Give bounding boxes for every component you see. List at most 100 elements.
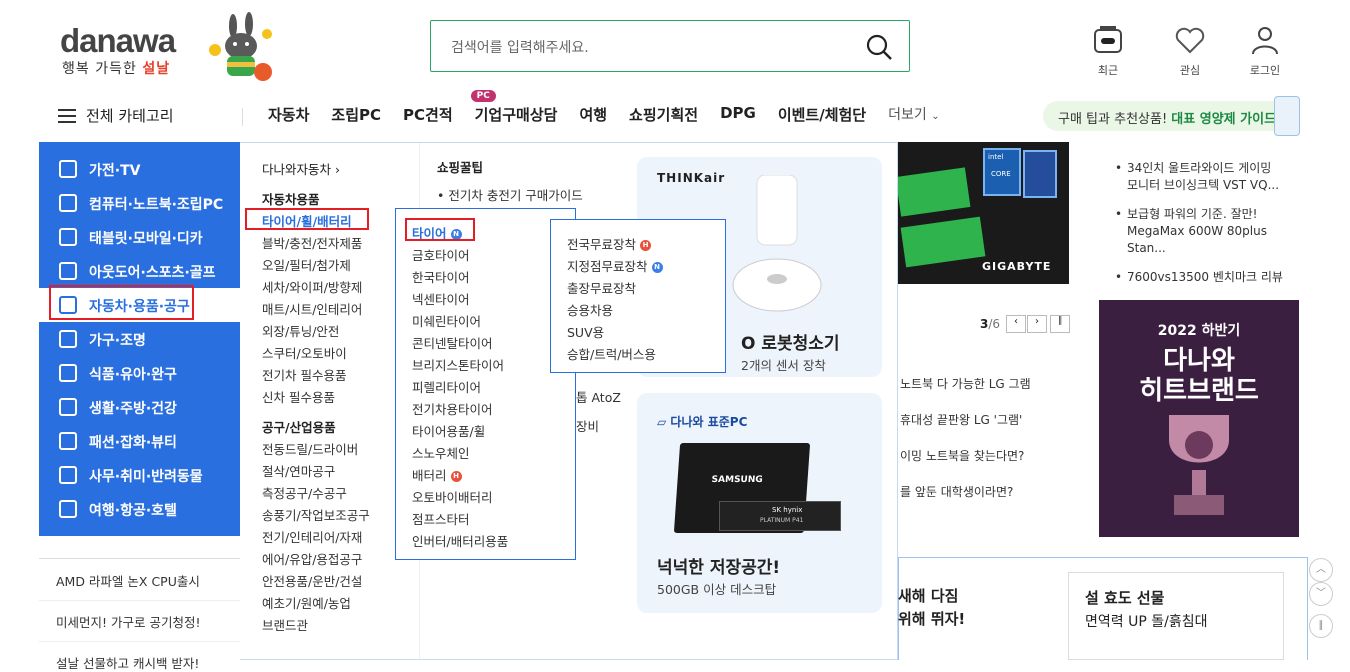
sub-item[interactable]: 배터리 H — [412, 465, 462, 484]
ad-title: O 로봇청소기 — [741, 334, 840, 354]
category-travel[interactable]: 여행·항공·호텔 — [39, 492, 240, 526]
link[interactable]: 외장/튜닝/안전 — [262, 321, 339, 340]
trophy-icon — [1169, 415, 1229, 515]
sub-item[interactable]: 승합/트럭/버스용 — [567, 344, 656, 363]
promo-banner[interactable]: 구매 팁과 추천상품! 대표 영양제 가이드 — [1043, 101, 1300, 131]
section-head-tools: 공구/산업용품 — [262, 420, 336, 435]
link[interactable]: 측정공구/수공구 — [262, 483, 347, 502]
link[interactable]: 매트/시트/인테리어 — [262, 299, 362, 318]
link[interactable]: 신차 필수용품 — [262, 387, 335, 406]
bottom-list-item[interactable]: AMD 라파엘 논X CPU출시 — [56, 571, 200, 590]
link[interactable]: 에어/유압/용접공구 — [262, 549, 362, 568]
sub-item[interactable]: 승용차용 — [567, 300, 613, 319]
strip-item[interactable]: 휴대성 끝판왕 LG '그램' — [900, 411, 1022, 428]
link[interactable]: 절삭/연마공구 — [262, 461, 335, 480]
strip-item[interactable]: 노트북 다 가능한 LG 그램 — [900, 375, 1031, 392]
link[interactable]: 송풍기/작업보조공구 — [262, 505, 370, 524]
scroll-pause-button[interactable]: ∥ — [1309, 614, 1333, 638]
sub-item[interactable]: 피렐리타이어 — [412, 377, 481, 396]
link[interactable]: 전기/인테리어/자재 — [262, 527, 362, 546]
gigabyte-banner[interactable]: intel CORE GIGABYTE — [898, 142, 1069, 284]
category-living[interactable]: 생활·주방·건강 — [39, 390, 240, 424]
link[interactable]: 전기차 필수용품 — [262, 365, 346, 384]
sub-item[interactable]: 오토바이배터리 — [412, 487, 493, 506]
news-item[interactable]: 보급형 파워의 기준. 잘만! MegaMax 600W 80plus Stan… — [1115, 206, 1285, 257]
all-category-menu[interactable]: 전체 카테고리 — [58, 105, 174, 126]
link[interactable]: 브랜드관 — [262, 615, 308, 634]
sub-item[interactable]: 금호타이어 — [412, 245, 470, 264]
tip-link[interactable]: • 전기차 충전기 구매가이드 — [437, 185, 583, 204]
hot-badge: H — [450, 471, 462, 482]
next-button[interactable]: › — [1027, 315, 1047, 333]
nav-item-event[interactable]: 이벤트/체험단 — [778, 104, 866, 125]
category-furniture[interactable]: 가구·조명 — [39, 322, 240, 356]
category-outdoor[interactable]: 아웃도어·스포츠·골프 — [39, 254, 240, 288]
bottom-list-item[interactable]: 미세먼지! 가구로 공기청정! — [56, 612, 200, 631]
pc-badge: PC — [470, 90, 496, 102]
nav-item-custom-pc[interactable]: 조립PC — [331, 104, 381, 125]
user-icon — [1252, 27, 1278, 55]
link[interactable]: 스쿠터/오토바이 — [262, 343, 347, 362]
sub-item[interactable]: 출장무료장착 — [567, 278, 636, 297]
link[interactable]: 전동드릴/드라이버 — [262, 439, 358, 458]
sub-item[interactable]: 전국무료장착 H — [567, 234, 652, 253]
sub-item[interactable]: 넥센타이어 — [412, 289, 470, 308]
sub-item[interactable]: 타이어용품/휠 — [412, 421, 485, 440]
nav-item-dpg[interactable]: DPG — [720, 104, 756, 125]
hit-brand-banner[interactable]: 2022 하반기 다나와 히트브랜드 — [1099, 300, 1299, 537]
wishlist-button[interactable]: 관심 — [1160, 24, 1220, 78]
link[interactable]: 오일/필터/첨가제 — [262, 255, 351, 274]
nav-item-car[interactable]: 자동차 — [268, 104, 309, 125]
nav-more[interactable]: 더보기 ⌄ — [888, 104, 939, 125]
nav-item-pc-quote[interactable]: PC견적 — [403, 104, 453, 125]
recent-button[interactable]: 최근 — [1078, 24, 1138, 78]
scroll-up-button[interactable]: ︿ — [1309, 558, 1333, 582]
hit-title2: 히트브랜드 — [1139, 376, 1259, 406]
sub-item[interactable]: 인버터/배터리용품 — [412, 531, 508, 550]
strip-item[interactable]: 이밍 노트북을 찾는다면? — [900, 447, 1024, 464]
card4[interactable]: 설 효도 선물 면역력 UP 돌/흙침대 — [1068, 572, 1284, 660]
search-input[interactable]: 검색어를 입력해주세요. — [451, 37, 589, 57]
sub-item[interactable]: 미쉐린타이어 — [412, 311, 481, 330]
gigabyte-text: GIGABYTE — [982, 260, 1052, 273]
scroll-down-button[interactable]: ﹀ — [1309, 582, 1333, 606]
sub-item[interactable]: 지정점무료장착 N — [567, 256, 663, 275]
nav-item-shopping[interactable]: 쇼핑기획전 — [629, 104, 698, 125]
link[interactable]: 블박/충전/전자제품 — [262, 233, 362, 252]
sub-item[interactable]: 콘티넨탈타이어 — [412, 333, 493, 352]
sub-item[interactable]: 브리지스톤타이어 — [412, 355, 504, 374]
sub-item[interactable]: 점프스타터 — [412, 509, 470, 528]
link[interactable]: 예초기/원예/농업 — [262, 593, 351, 612]
strip-item[interactable]: 를 앞둔 대학생이라면? — [900, 483, 1013, 500]
category-office[interactable]: 사무·취미·반려동물 — [39, 458, 240, 492]
prev-button[interactable]: ‹ — [1006, 315, 1026, 333]
sub-item[interactable]: 스노우체인 — [412, 443, 470, 462]
search-box[interactable]: 검색어를 입력해주세요. — [430, 20, 910, 72]
news-item[interactable]: 34인치 울트라와이드 게이밍 모니터 브이싱크텍 VST VQ... — [1115, 160, 1285, 194]
category-food[interactable]: 식품·유아·완구 — [39, 356, 240, 390]
nav-item-business[interactable]: PC 기업구매상담 — [470, 90, 557, 125]
search-icon[interactable] — [865, 33, 893, 61]
category-fashion[interactable]: 패션·잡화·뷰티 — [39, 424, 240, 458]
pause-button[interactable]: ∥ — [1050, 315, 1070, 333]
danawa-logo[interactable]: danawa — [60, 22, 176, 60]
sub-item[interactable]: SUV용 — [567, 322, 604, 341]
login-button[interactable]: 로그인 — [1235, 24, 1295, 78]
news-item[interactable]: 7600vs13500 벤치마크 리뷰 — [1115, 269, 1285, 286]
standard-pc-ad[interactable]: ▱ 다나와 표준PC SAMSUNG SK hynix PLATINUM P41 … — [637, 393, 882, 613]
sub-item[interactable]: 한국타이어 — [412, 267, 470, 286]
category-mobile[interactable]: 태블릿·모바일·디카 — [39, 220, 240, 254]
tip-link[interactable]: 톱 AtoZ — [576, 387, 621, 406]
ad-sub: 2개의 센서 장착 — [741, 358, 826, 373]
category-computer[interactable]: 컴퓨터·노트북·조립PC — [39, 186, 240, 220]
bottom-list-item[interactable]: 설날 선물하고 캐시백 받자! — [56, 653, 199, 672]
sub-item[interactable]: 전기차용타이어 — [412, 399, 493, 418]
nav-item-travel[interactable]: 여행 — [579, 104, 607, 125]
link[interactable]: 세차/와이퍼/방향제 — [262, 277, 362, 296]
category-appliance[interactable]: 가전·TV — [39, 152, 240, 186]
card3[interactable]: 새해 다짐 위해 뛰자! — [898, 585, 965, 631]
phone-icon — [59, 228, 77, 246]
tip-link[interactable]: 장비 — [576, 416, 599, 435]
car-portal-link[interactable]: 다나와자동차 › — [262, 159, 340, 178]
link[interactable]: 안전용품/운반/건설 — [262, 571, 362, 590]
